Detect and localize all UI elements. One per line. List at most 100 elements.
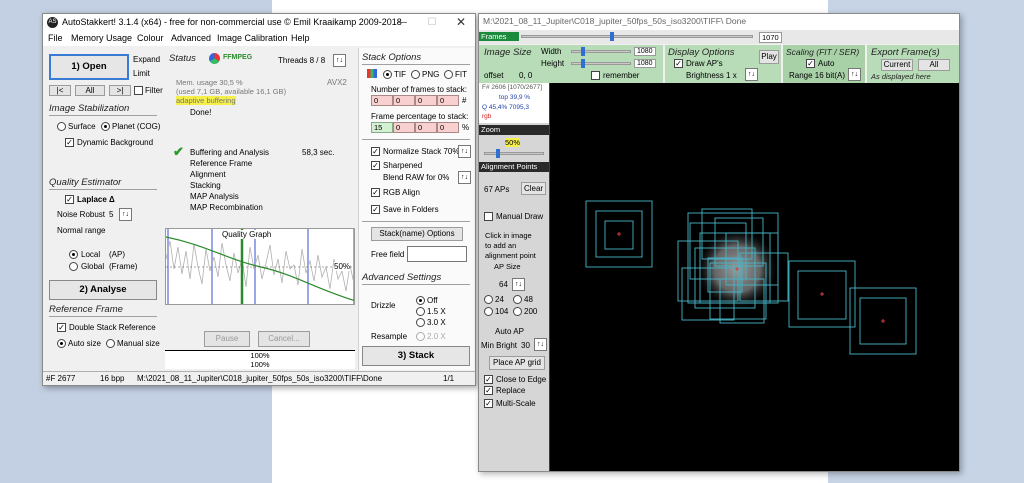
png-radio[interactable] — [411, 70, 420, 79]
pct-input-4[interactable]: 0 — [437, 122, 459, 133]
manual-size-radio[interactable] — [106, 339, 115, 348]
open-button[interactable]: 1) Open — [49, 54, 129, 80]
menu-colour[interactable]: Colour — [137, 33, 164, 43]
rgb-align-checkbox[interactable]: ✓ — [371, 188, 380, 197]
expand-label[interactable]: Expand — [133, 55, 160, 64]
export-heading: Export Frame(s) — [871, 47, 940, 58]
save-in-folders-checkbox[interactable]: ✓ — [371, 205, 380, 214]
normalize-stepper-icon[interactable]: ↑↓ — [458, 145, 471, 158]
frame-canvas[interactable] — [549, 83, 960, 472]
number-frames-label: Number of frames to stack: — [371, 85, 468, 94]
pause-button[interactable]: Pause — [204, 331, 250, 347]
menu-file[interactable]: File — [48, 33, 63, 43]
stack-button[interactable]: 3) Stack — [362, 346, 470, 366]
export-current-button[interactable]: Current — [881, 59, 913, 71]
tif-radio[interactable] — [383, 70, 392, 79]
pct-input-2[interactable]: 0 — [393, 122, 415, 133]
blend-raw-stepper-icon[interactable]: ↑↓ — [458, 171, 471, 184]
progress-percent-1: 100% — [165, 351, 355, 360]
brightness-stepper-icon[interactable]: ↑↓ — [745, 68, 758, 81]
resample-2x-radio[interactable] — [416, 332, 425, 341]
ap-size-104-label: 104 — [495, 307, 509, 316]
stack-name-options-button[interactable]: Stack(name) Options — [371, 227, 463, 241]
analyse-button[interactable]: 2) Analyse — [49, 280, 157, 300]
color-wheel-icon — [209, 53, 220, 64]
width-value[interactable]: 1080 — [634, 47, 656, 56]
free-field-input[interactable] — [407, 246, 467, 262]
pct-input-3[interactable]: 0 — [415, 122, 437, 133]
minimize-icon[interactable]: — — [387, 15, 417, 30]
ap-size-stepper-icon[interactable]: ↑↓ — [512, 278, 525, 291]
normalize-stack-checkbox[interactable]: ✓ — [371, 147, 380, 156]
alignment-points-heading: Alignment Points — [479, 162, 549, 172]
planet-cog-radio[interactable] — [101, 122, 110, 131]
threads-stepper-icon[interactable]: ↑↓ — [333, 54, 346, 67]
alignment-points-overlay[interactable] — [550, 83, 960, 472]
quality-graph-percent: 50% — [334, 262, 351, 271]
manual-draw-checkbox[interactable] — [484, 212, 493, 221]
remember-checkbox[interactable] — [591, 71, 600, 80]
surface-radio[interactable] — [57, 122, 66, 131]
cancel-button[interactable]: Cancel... — [258, 331, 310, 347]
zoom-slider[interactable] — [484, 152, 544, 155]
drizzle-off-radio[interactable] — [416, 296, 425, 305]
ap-size-24-radio[interactable] — [484, 295, 493, 304]
range-stepper-icon[interactable]: ↑↓ — [848, 68, 861, 81]
drizzle-1-5x-radio[interactable] — [416, 307, 425, 316]
avx-label: AVX2 — [327, 78, 347, 87]
maximize-icon[interactable]: ☐ — [417, 15, 447, 30]
remember-label: remember — [603, 71, 640, 80]
frames-slider-thumb[interactable] — [610, 32, 614, 41]
laplace-checkbox[interactable]: ✓ — [65, 195, 74, 204]
planet-cog-label: Planet (COG) — [112, 122, 161, 131]
draw-aps-checkbox[interactable]: ✓ — [674, 59, 683, 68]
close-to-edge-checkbox[interactable]: ✓ — [484, 375, 493, 384]
first-frame-button[interactable]: |< — [49, 85, 71, 96]
num-frames-input-4[interactable]: 0 — [437, 95, 459, 106]
auto-size-radio[interactable] — [57, 339, 66, 348]
limit-label[interactable]: Limit — [133, 69, 150, 78]
ap-size-104-radio[interactable] — [484, 307, 493, 316]
global-frame-radio[interactable] — [69, 262, 78, 271]
menu-image-calibration[interactable]: Image Calibration — [217, 33, 288, 43]
ap-size-200-radio[interactable] — [513, 307, 522, 316]
num-frames-input-2[interactable]: 0 — [393, 95, 415, 106]
auto-scaling-checkbox[interactable]: ✓ — [806, 59, 815, 68]
menu-memory-usage[interactable]: Memory Usage — [71, 33, 132, 43]
drizzle-3x-radio[interactable] — [416, 318, 425, 327]
local-ap-radio[interactable] — [69, 250, 78, 259]
width-slider[interactable] — [571, 50, 631, 53]
dynamic-background-checkbox[interactable]: ✓ — [65, 138, 74, 147]
double-stack-reference-checkbox[interactable]: ✓ — [57, 323, 66, 332]
zoom-slider-thumb[interactable] — [496, 149, 500, 158]
close-to-edge-label: Close to Edge — [496, 375, 547, 384]
multi-scale-checkbox[interactable]: ✓ — [484, 399, 493, 408]
height-slider[interactable] — [571, 62, 631, 65]
last-frame-button[interactable]: >| — [109, 85, 131, 96]
export-all-button[interactable]: All — [918, 59, 950, 71]
close-icon[interactable]: ✕ — [446, 15, 475, 30]
min-bright-stepper-icon[interactable]: ↑↓ — [534, 338, 547, 351]
play-button[interactable]: Play — [759, 50, 779, 64]
frames-value[interactable]: 1070 — [759, 32, 782, 43]
frames-slider[interactable] — [521, 35, 753, 38]
height-slider-thumb[interactable] — [581, 59, 585, 68]
num-frames-input-1[interactable]: 0 — [371, 95, 393, 106]
fit-radio[interactable] — [444, 70, 453, 79]
pct-input-1[interactable]: 15 — [371, 122, 393, 133]
width-slider-thumb[interactable] — [581, 47, 585, 56]
sharpened-checkbox[interactable]: ✓ — [371, 161, 380, 170]
click-hint-2: to add an — [485, 241, 517, 250]
rgb-info: rgb — [482, 113, 492, 120]
filter-checkbox[interactable] — [134, 86, 143, 95]
all-frames-button[interactable]: All — [75, 85, 105, 96]
height-value[interactable]: 1080 — [634, 59, 656, 68]
ap-size-48-radio[interactable] — [513, 295, 522, 304]
num-frames-input-3[interactable]: 0 — [415, 95, 437, 106]
replace-checkbox[interactable]: ✓ — [484, 386, 493, 395]
clear-aps-button[interactable]: Clear — [521, 182, 546, 195]
menu-help[interactable]: Help — [291, 33, 310, 43]
menu-advanced[interactable]: Advanced — [171, 33, 211, 43]
noise-robust-stepper-icon[interactable]: ↑↓ — [119, 208, 132, 221]
place-ap-grid-button[interactable]: Place AP grid — [489, 356, 545, 370]
